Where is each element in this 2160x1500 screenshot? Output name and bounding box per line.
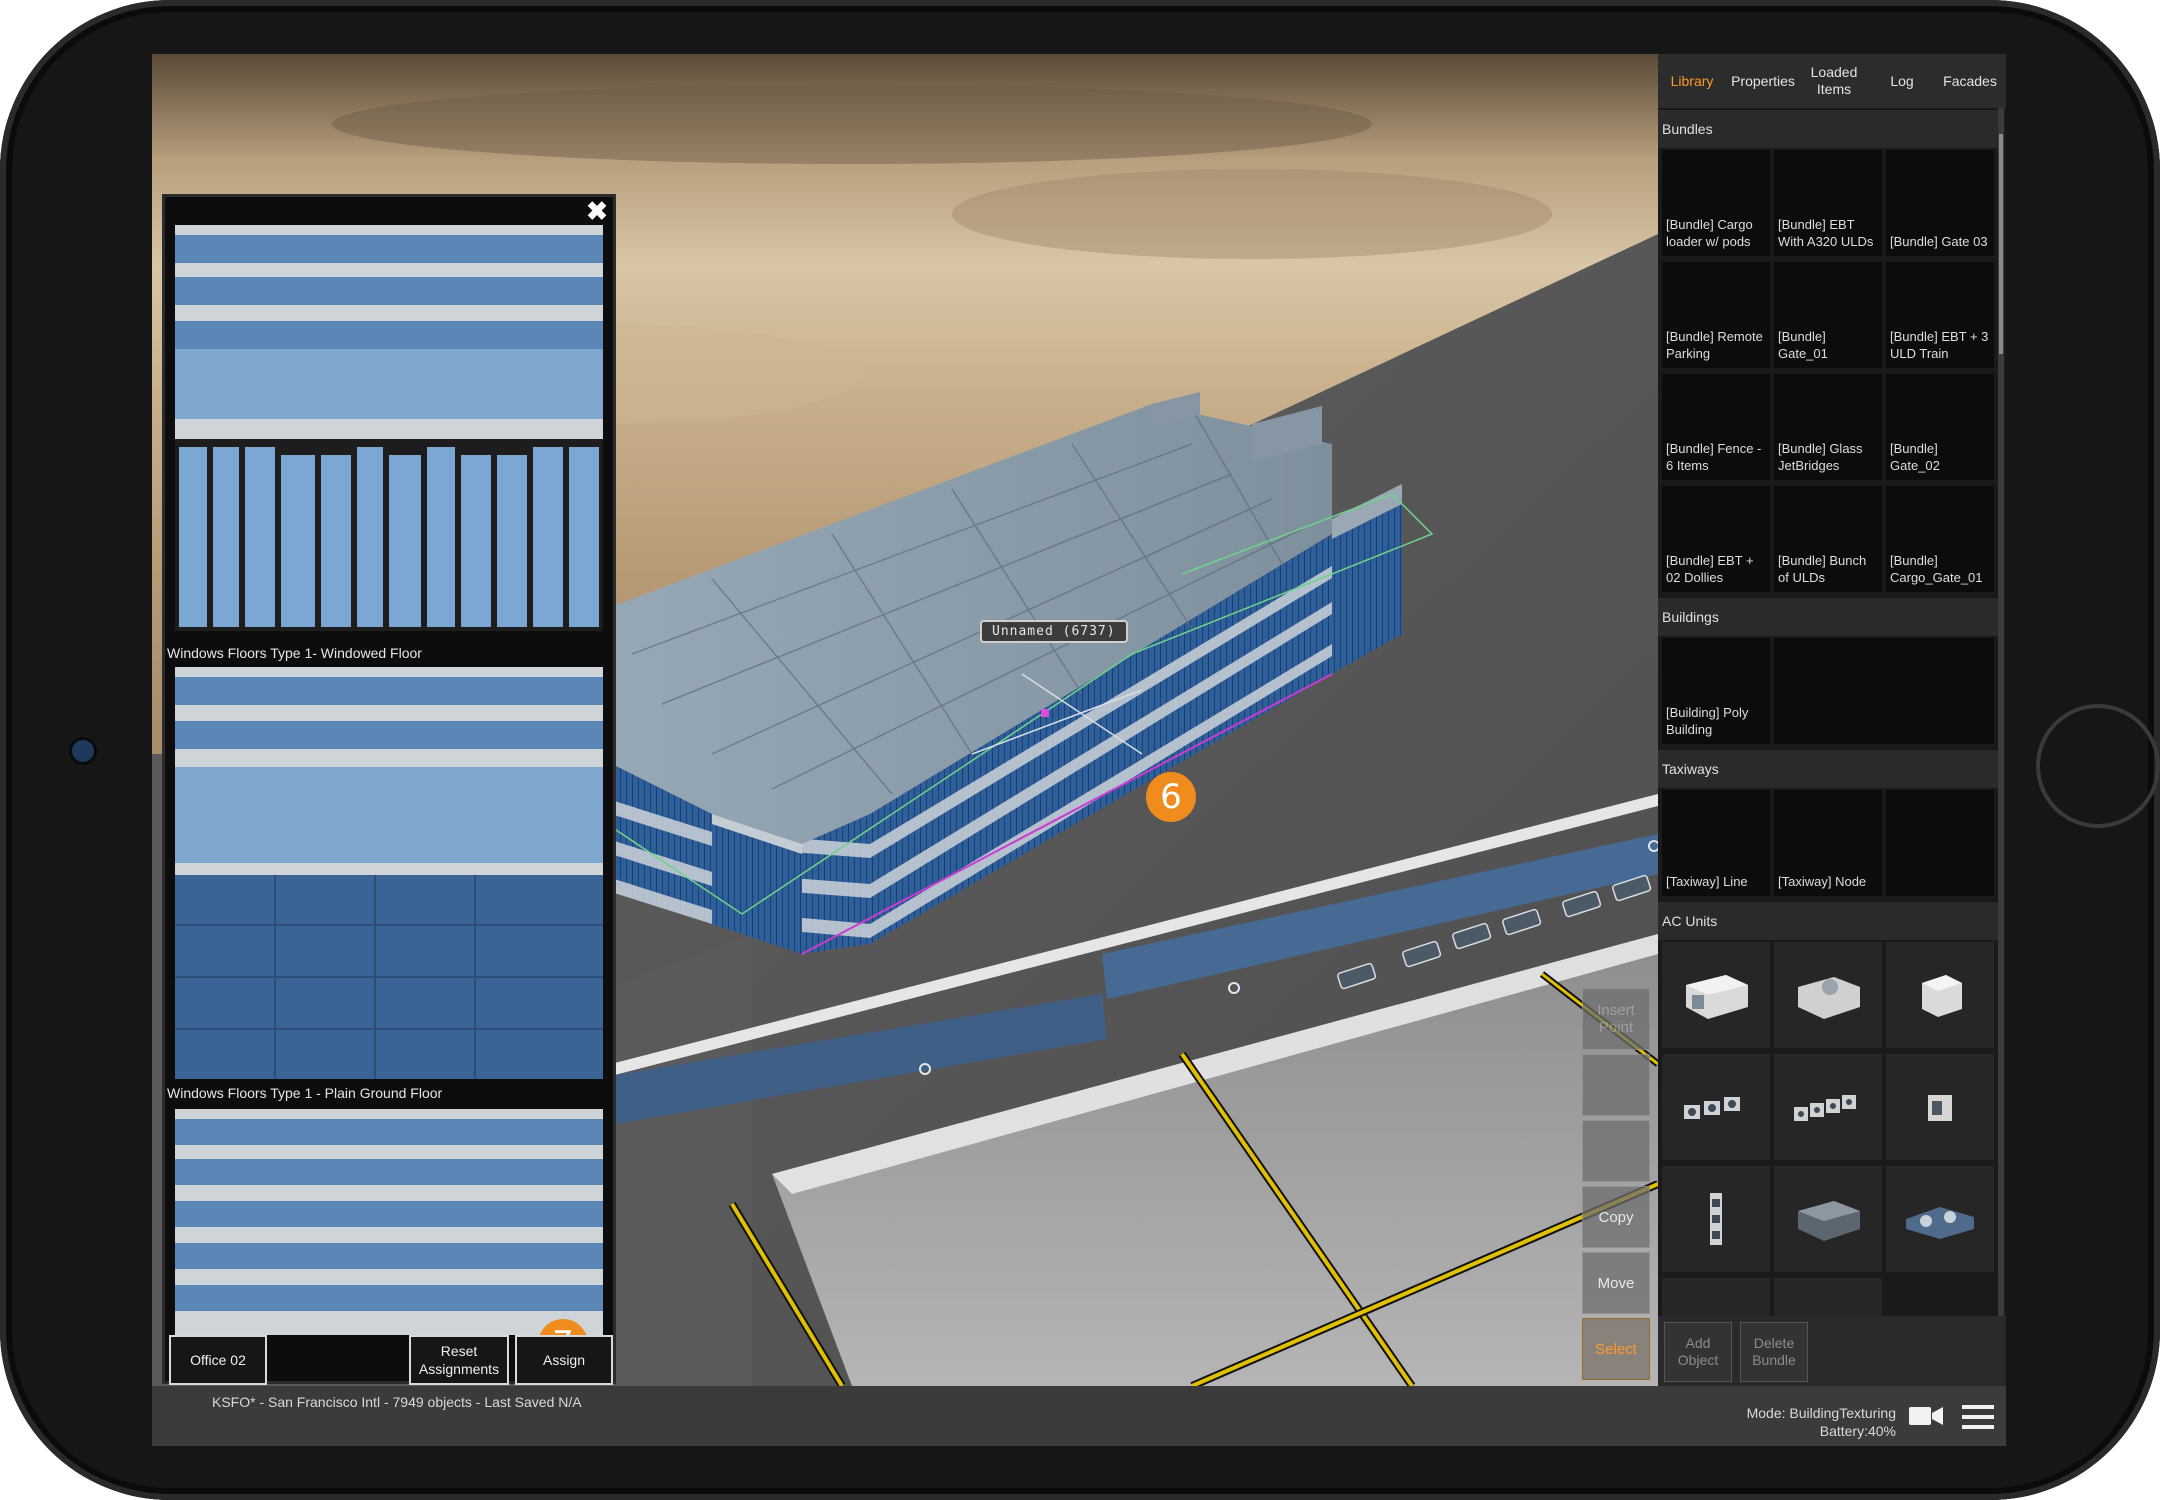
tab-facades[interactable]: Facades — [1936, 54, 2004, 108]
copy-button[interactable]: Copy — [1582, 1186, 1650, 1248]
ac-unit-icon — [1710, 1193, 1722, 1245]
ac-unit-icon — [1686, 975, 1748, 1019]
battery-label: Battery:40% — [1819, 1423, 1896, 1439]
texture-third[interactable] — [175, 1109, 603, 1335]
library-item[interactable]: [Bundle] Bunch of ULDs — [1774, 486, 1882, 592]
project-status: KSFO* - San Francisco Intl - 7949 object… — [212, 1394, 582, 1410]
mode-label: Mode: BuildingTexturing — [1746, 1405, 1896, 1421]
object-name-tag: Unnamed (6737) — [980, 620, 1128, 643]
section-ac-units: AC Units — [1658, 902, 1998, 940]
tab-log[interactable]: Log — [1868, 54, 1936, 108]
ac-unit-icon[interactable] — [1774, 942, 1882, 1048]
library-empty-slot — [1886, 790, 1994, 896]
library-item[interactable]: [Bundle] Glass JetBridges — [1774, 374, 1882, 480]
delete-bundle-button[interactable]: Delete Bundle — [1740, 1322, 1808, 1382]
app-screen: Unnamed (6737) 6 Insert Point Copy Move … — [152, 54, 2006, 1446]
ac-unit-icon — [1906, 1207, 1974, 1239]
texture-swatch-2 — [175, 667, 603, 1079]
ac-unit-icon — [1798, 1201, 1860, 1241]
ac-unit-icon[interactable] — [1774, 1054, 1882, 1160]
ac-unit-icon[interactable] — [1662, 1054, 1770, 1160]
tool-slot-empty-1[interactable] — [1582, 1054, 1650, 1116]
scene-viewport[interactable]: Unnamed (6737) 6 Insert Point Copy Move … — [152, 54, 1658, 1386]
ac-unit-icon[interactable] — [1662, 1166, 1770, 1272]
library-empty-slot — [1774, 638, 1994, 744]
tab-loaded-items[interactable]: Loaded Items — [1800, 54, 1868, 108]
home-button[interactable] — [2036, 704, 2160, 828]
library-item[interactable]: [Bundle] EBT + 3 ULD Train — [1886, 262, 1994, 368]
tablet-frame: Unnamed (6737) 6 Insert Point Copy Move … — [0, 0, 2160, 1500]
assign-button[interactable]: Assign — [515, 1335, 613, 1385]
ac-unit-icon — [1794, 1095, 1856, 1121]
library-item[interactable]: [Bundle] EBT + 02 Dollies — [1662, 486, 1770, 592]
panel-tabs: Library Properties Loaded Items Log Faca… — [1658, 54, 2006, 108]
library-item[interactable]: [Bundle] Cargo loader w/ pods — [1662, 150, 1770, 256]
ac-unit-icon[interactable] — [1774, 1278, 1882, 1316]
library-scroll-thumb[interactable] — [1999, 134, 2003, 354]
tab-library[interactable]: Library — [1658, 54, 1726, 108]
front-camera — [72, 740, 94, 762]
library-item[interactable]: [Taxiway] Line — [1662, 790, 1770, 896]
texture-windowed-floor[interactable] — [175, 225, 603, 631]
texture-caption-1: Windows Floors Type 1- Windowed Floor — [167, 645, 422, 661]
insert-point-button[interactable]: Insert Point — [1582, 988, 1650, 1050]
add-object-button[interactable]: Add Object — [1664, 1322, 1732, 1382]
library-item[interactable]: [Bundle] Gate_01 — [1774, 262, 1882, 368]
library-item[interactable]: [Bundle] Cargo_Gate_01 — [1886, 486, 1994, 592]
library-footer: Add Object Delete Bundle — [1658, 1316, 2006, 1386]
video-camera-icon[interactable] — [1908, 1404, 1944, 1428]
ac-unit-icon — [1684, 1097, 1740, 1119]
section-buildings: Buildings — [1658, 598, 1998, 636]
section-taxiways: Taxiways — [1658, 750, 1998, 788]
ac-unit-icon[interactable] — [1662, 942, 1770, 1048]
status-bar: KSFO* - San Francisco Intl - 7949 object… — [152, 1386, 2006, 1446]
ac-unit-icon — [1922, 975, 1962, 1017]
ac-unit-icon[interactable] — [1886, 1054, 1994, 1160]
building-style-button[interactable]: Office 02 — [169, 1335, 267, 1385]
library-item[interactable]: [Taxiway] Node — [1774, 790, 1882, 896]
tab-properties[interactable]: Properties — [1726, 54, 1800, 108]
texture-caption-2: Windows Floors Type 1 - Plain Ground Flo… — [167, 1085, 443, 1101]
move-button[interactable]: Move — [1582, 1252, 1650, 1314]
step-6-badge: 6 — [1146, 772, 1196, 822]
reset-assignments-button[interactable]: Reset Assignments — [409, 1335, 509, 1385]
select-button[interactable]: Select — [1582, 1318, 1650, 1380]
library-item[interactable]: [Bundle] Gate_02 — [1886, 374, 1994, 480]
mode-status: Mode: BuildingTexturing Battery:40% — [1747, 1404, 1896, 1440]
ac-unit-icon[interactable] — [1886, 1166, 1994, 1272]
library-item[interactable]: [Bundle] EBT With A320 ULDs — [1774, 150, 1882, 256]
ac-unit-icon — [1928, 1095, 1952, 1121]
library-item[interactable]: [Building] Poly Building — [1662, 638, 1770, 744]
texture-plain-ground-floor[interactable] — [175, 667, 603, 1079]
texture-swatch-3 — [175, 1109, 603, 1335]
hamburger-menu-icon[interactable] — [1962, 1404, 1994, 1430]
section-bundles: Bundles — [1658, 110, 1998, 148]
library-item[interactable]: [Bundle] Fence - 6 Items — [1662, 374, 1770, 480]
ac-unit-icon[interactable] — [1774, 1166, 1882, 1272]
ac-unit-icon[interactable] — [1662, 1278, 1770, 1316]
library-item[interactable]: [Bundle] Gate 03 — [1886, 150, 1994, 256]
texture-swatch-1 — [175, 225, 603, 631]
library-item[interactable]: [Bundle] Remote Parking — [1662, 262, 1770, 368]
tool-slot-empty-2[interactable] — [1582, 1120, 1650, 1182]
ac-unit-icon[interactable] — [1886, 942, 1994, 1048]
close-icon[interactable]: ✖ — [583, 197, 611, 225]
ac-unit-icon — [1798, 977, 1860, 1019]
texture-picker-panel: ✖ Windows Floors Type 1- Windowed Floor … — [162, 194, 616, 1385]
library-panel: Library Properties Loaded Items Log Faca… — [1658, 54, 2006, 1386]
